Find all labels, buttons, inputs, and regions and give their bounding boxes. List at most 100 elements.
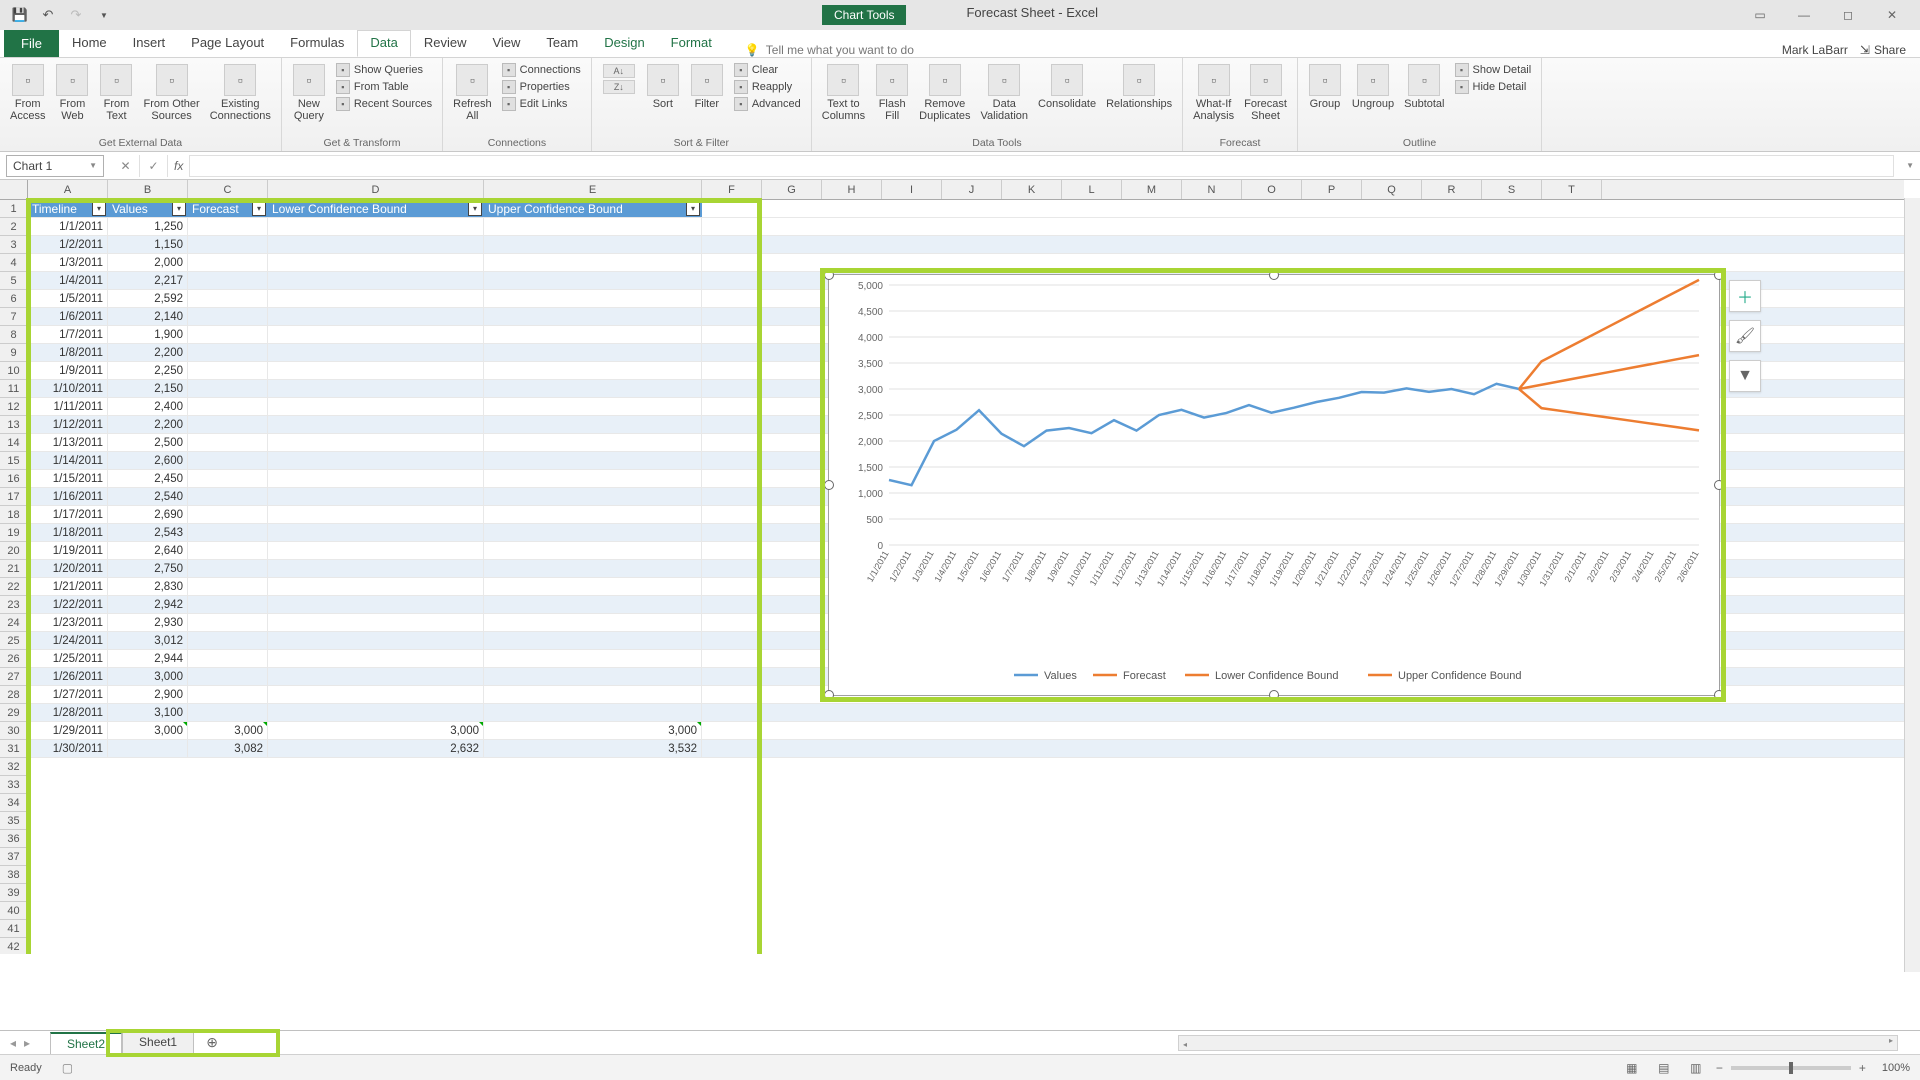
cell[interactable]: 1/9/2011: [28, 362, 108, 379]
cell[interactable]: 2,150: [108, 380, 188, 397]
ols-1[interactable]: ▪Hide Detail: [1451, 79, 1536, 95]
cell[interactable]: [188, 254, 268, 271]
cell[interactable]: 1/6/2011: [28, 308, 108, 325]
cell[interactable]: 2,543: [108, 524, 188, 541]
cell[interactable]: 3,000: [484, 722, 702, 739]
column-header[interactable]: S: [1482, 180, 1542, 199]
table-row[interactable]: 1/2/20111,150: [28, 236, 1920, 254]
cell[interactable]: 1,150: [108, 236, 188, 253]
cell[interactable]: [484, 380, 702, 397]
sfs-1[interactable]: ▪Reapply: [730, 79, 805, 95]
normal-view-icon[interactable]: ▦: [1620, 1059, 1644, 1077]
table-column-header[interactable]: Upper Confidence Bound▾: [484, 200, 702, 217]
cell[interactable]: 1/14/2011: [28, 452, 108, 469]
tab-formulas[interactable]: Formulas: [277, 30, 357, 57]
ribbon-display-icon[interactable]: ▭: [1740, 5, 1780, 25]
cell[interactable]: [484, 704, 702, 721]
row-header[interactable]: 3: [0, 236, 27, 254]
tab-data[interactable]: Data: [357, 30, 410, 57]
table-column-header[interactable]: Timeline▾: [28, 200, 108, 217]
cell[interactable]: [188, 218, 268, 235]
cell[interactable]: 2,540: [108, 488, 188, 505]
filter-dropdown-icon[interactable]: ▾: [252, 202, 266, 216]
cell[interactable]: [188, 326, 268, 343]
row-header[interactable]: 23: [0, 596, 27, 614]
conn-0[interactable]: ▪Connections: [498, 62, 585, 78]
conn-2[interactable]: ▪Edit Links: [498, 96, 585, 112]
chart-handle[interactable]: [824, 480, 834, 490]
cell[interactable]: [484, 434, 702, 451]
cell[interactable]: [188, 632, 268, 649]
name-box[interactable]: Chart 1 ▼: [6, 155, 104, 177]
cell[interactable]: 3,000: [108, 668, 188, 685]
table-row[interactable]: 1/30/20113,0822,6323,532: [28, 740, 1920, 758]
cell[interactable]: [484, 614, 702, 631]
row-header[interactable]: 8: [0, 326, 27, 344]
chart-plot-area[interactable]: 05001,0001,5002,0002,5003,0003,5004,0004…: [829, 275, 1719, 695]
cell[interactable]: [268, 560, 484, 577]
cell[interactable]: [484, 344, 702, 361]
row-header[interactable]: 31: [0, 740, 27, 758]
row-header[interactable]: 36: [0, 830, 27, 848]
tab-team[interactable]: Team: [533, 30, 591, 57]
table-column-header[interactable]: Lower Confidence Bound▾: [268, 200, 484, 217]
cell[interactable]: 2,200: [108, 416, 188, 433]
cell[interactable]: [188, 668, 268, 685]
cell[interactable]: 2,942: [108, 596, 188, 613]
row-header[interactable]: 13: [0, 416, 27, 434]
sf-1[interactable]: ▫Filter: [686, 62, 728, 112]
sf-0[interactable]: ▫Sort: [642, 62, 684, 112]
cell[interactable]: [268, 668, 484, 685]
cell[interactable]: [268, 704, 484, 721]
column-header[interactable]: Q: [1362, 180, 1422, 199]
add-sheet-button[interactable]: ⊕: [202, 1033, 222, 1053]
column-header[interactable]: K: [1002, 180, 1062, 199]
row-header[interactable]: 35: [0, 812, 27, 830]
column-header[interactable]: A: [28, 180, 108, 199]
column-header[interactable]: R: [1422, 180, 1482, 199]
cell[interactable]: 1/5/2011: [28, 290, 108, 307]
table-row[interactable]: 1/28/20113,100: [28, 704, 1920, 722]
cell[interactable]: [268, 308, 484, 325]
cell[interactable]: [484, 254, 702, 271]
cell[interactable]: [268, 578, 484, 595]
cell[interactable]: [268, 236, 484, 253]
cell[interactable]: 3,012: [108, 632, 188, 649]
cell[interactable]: 2,632: [268, 740, 484, 757]
cell[interactable]: 1/19/2011: [28, 542, 108, 559]
cell[interactable]: [484, 452, 702, 469]
cell[interactable]: 1/24/2011: [28, 632, 108, 649]
cell[interactable]: [268, 344, 484, 361]
column-header[interactable]: E: [484, 180, 702, 199]
refresh-all-button[interactable]: ▫RefreshAll: [449, 62, 496, 124]
cell[interactable]: [188, 452, 268, 469]
row-header[interactable]: 11: [0, 380, 27, 398]
cell[interactable]: [188, 272, 268, 289]
cell[interactable]: 2,450: [108, 470, 188, 487]
row-header[interactable]: 38: [0, 866, 27, 884]
filter-dropdown-icon[interactable]: ▾: [172, 202, 186, 216]
minimize-icon[interactable]: ―: [1784, 5, 1824, 25]
btn-ext-2[interactable]: ▫FromText: [95, 62, 137, 124]
cell[interactable]: 2,900: [108, 686, 188, 703]
ols-0[interactable]: ▪Show Detail: [1451, 62, 1536, 78]
cell[interactable]: [484, 470, 702, 487]
chevron-down-icon[interactable]: ▼: [89, 161, 97, 170]
cell[interactable]: 1/22/2011: [28, 596, 108, 613]
column-header[interactable]: J: [942, 180, 1002, 199]
cell[interactable]: 1/11/2011: [28, 398, 108, 415]
cell[interactable]: 1/26/2011: [28, 668, 108, 685]
sheet-nav-prev-icon[interactable]: ◂: [10, 1036, 16, 1050]
row-header[interactable]: 2: [0, 218, 27, 236]
cell[interactable]: [268, 506, 484, 523]
cell[interactable]: 2,592: [108, 290, 188, 307]
tab-insert[interactable]: Insert: [120, 30, 179, 57]
column-header[interactable]: H: [822, 180, 882, 199]
row-header[interactable]: 19: [0, 524, 27, 542]
cell[interactable]: 2,930: [108, 614, 188, 631]
cell[interactable]: [484, 488, 702, 505]
row-header[interactable]: 1: [0, 200, 27, 218]
macro-record-icon[interactable]: ▢: [62, 1061, 73, 1075]
sheet-nav-next-icon[interactable]: ▸: [24, 1036, 30, 1050]
cell[interactable]: 2,140: [108, 308, 188, 325]
